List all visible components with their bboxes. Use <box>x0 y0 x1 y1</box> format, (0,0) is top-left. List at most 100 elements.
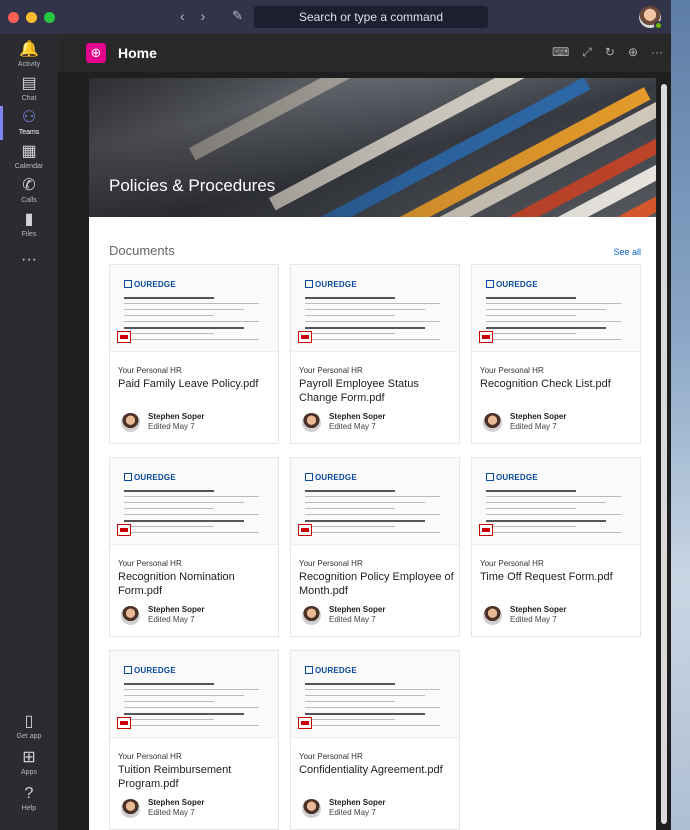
document-author: Stephen Soper <box>329 605 386 614</box>
pdf-file-icon <box>117 524 131 536</box>
document-author: Stephen Soper <box>329 412 386 421</box>
ouredge-logo: OUREDGE <box>124 472 176 482</box>
rail-item-label: Chat <box>21 95 37 102</box>
document-edited: Edited May 7 <box>510 422 557 431</box>
document-edited: Edited May 7 <box>148 615 195 624</box>
document-title[interactable]: Recognition Policy Employee of Month.pdf <box>299 570 459 598</box>
chat-icon[interactable]: ⌨ <box>552 45 569 60</box>
document-thumbnail: OUREDGE <box>472 265 640 352</box>
author-avatar <box>302 606 321 625</box>
document-author: Stephen Soper <box>148 798 205 807</box>
home-app-icon: ⊕ <box>86 43 106 63</box>
close-window-button[interactable] <box>8 11 19 23</box>
document-author: Stephen Soper <box>510 605 567 614</box>
search-input[interactable]: Search or type a command <box>254 6 488 28</box>
rail-item-label: Calendar <box>14 163 44 170</box>
main-content: Policies & Procedures Documents See all … <box>58 72 671 830</box>
document-author: Stephen Soper <box>148 605 205 614</box>
document-edited: Edited May 7 <box>148 808 195 817</box>
document-card[interactable]: OUREDGE Your Personal HR Paid Family Leave… <box>109 264 279 444</box>
zoom-window-button[interactable] <box>44 11 55 23</box>
document-edited: Edited May 7 <box>329 422 376 431</box>
document-card[interactable]: OUREDGE Your Personal HR Time Off Request … <box>471 457 641 637</box>
ouredge-logo: OUREDGE <box>305 279 357 289</box>
ouredge-logo: OUREDGE <box>124 665 176 675</box>
document-card[interactable]: OUREDGE Your Personal HR Confidentiality A… <box>290 650 460 830</box>
document-title[interactable]: Recognition Nomination Form.pdf <box>118 570 278 598</box>
see-all-link[interactable]: See all <box>613 247 641 257</box>
rail-item-label: Files <box>21 231 37 238</box>
document-title[interactable]: Recognition Check List.pdf <box>480 377 640 391</box>
compose-icon[interactable]: ✎ <box>232 8 243 24</box>
document-title[interactable]: Tuition Reimbursement Program.pdf <box>118 763 278 791</box>
ouredge-logo: OUREDGE <box>305 472 357 482</box>
bell-icon: 🔔 <box>19 41 39 58</box>
pdf-file-icon <box>117 331 131 343</box>
ouredge-logo: OUREDGE <box>486 279 538 289</box>
document-card[interactable]: OUREDGE Your Personal HR Payroll Employee … <box>290 264 460 444</box>
page-scrollbar[interactable] <box>661 84 667 824</box>
back-icon[interactable]: ‹ <box>180 8 185 24</box>
ouredge-logo: OUREDGE <box>305 665 357 675</box>
popout-icon[interactable]: ⤢ <box>582 45 592 60</box>
rail-item-more[interactable]: ··· <box>0 240 58 282</box>
document-title[interactable]: Confidentiality Agreement.pdf <box>299 763 459 777</box>
document-thumbnail: OUREDGE <box>110 265 278 352</box>
document-title[interactable]: Payroll Employee Status Change Form.pdf <box>299 377 459 405</box>
author-avatar <box>302 799 321 818</box>
document-site: Your Personal HR <box>299 366 363 375</box>
rail-item-label: Apps <box>21 769 37 776</box>
profile-avatar[interactable] <box>639 6 663 30</box>
document-thumbnail: OUREDGE <box>291 651 459 738</box>
forward-icon[interactable]: › <box>201 8 206 24</box>
apps-icon: ⊞ <box>22 749 36 766</box>
pdf-file-icon <box>298 524 312 536</box>
sharepoint-page: Policies & Procedures Documents See all … <box>89 78 656 830</box>
document-thumbnail: OUREDGE <box>110 458 278 545</box>
document-author: Stephen Soper <box>329 798 386 807</box>
rail-item-label: Activity <box>17 61 41 68</box>
rail-item-help[interactable]: ? Help <box>0 778 58 820</box>
document-edited: Edited May 7 <box>329 615 376 624</box>
document-author: Stephen Soper <box>510 412 567 421</box>
window-controls <box>8 11 55 23</box>
author-avatar <box>302 413 321 432</box>
file-icon: ▮ <box>24 211 34 228</box>
document-title[interactable]: Time Off Request Form.pdf <box>480 570 640 584</box>
pdf-file-icon <box>479 524 493 536</box>
author-avatar <box>483 606 502 625</box>
help-icon: ? <box>24 785 34 802</box>
document-site: Your Personal HR <box>299 559 363 568</box>
device-icon: ▯ <box>24 713 34 730</box>
more-icon: ··· <box>21 250 37 268</box>
document-site: Your Personal HR <box>118 559 182 568</box>
rail-item-label: Calls <box>21 197 37 204</box>
document-card[interactable]: OUREDGE Your Personal HR Recognition Polic… <box>290 457 460 637</box>
refresh-icon[interactable]: ↻ <box>605 45 615 60</box>
hero-title: Policies & Procedures <box>109 176 276 195</box>
document-site: Your Personal HR <box>299 752 363 761</box>
document-site: Your Personal HR <box>480 366 544 375</box>
ouredge-logo: OUREDGE <box>486 472 538 482</box>
search-placeholder: Search or type a command <box>298 10 444 24</box>
history-nav: ‹ › <box>180 8 205 24</box>
minimize-window-button[interactable] <box>26 11 37 23</box>
documents-heading: Documents <box>109 243 175 258</box>
document-thumbnail: OUREDGE <box>291 458 459 545</box>
rail-item-label: Teams <box>18 129 40 136</box>
presence-indicator <box>654 21 663 30</box>
document-edited: Edited May 7 <box>329 808 376 817</box>
author-avatar <box>483 413 502 432</box>
pdf-file-icon <box>479 331 493 343</box>
document-author: Stephen Soper <box>148 412 205 421</box>
phone-icon: ✆ <box>22 177 36 194</box>
document-card[interactable]: OUREDGE Your Personal HR Tuition Reimburse… <box>109 650 279 830</box>
pdf-file-icon <box>298 331 312 343</box>
rail-item-label: Help <box>21 805 37 812</box>
document-card[interactable]: OUREDGE Your Personal HR Recognition Check… <box>471 264 641 444</box>
document-card[interactable]: OUREDGE Your Personal HR Recognition Nomin… <box>109 457 279 637</box>
more-options-icon[interactable]: ··· <box>651 45 663 60</box>
document-site: Your Personal HR <box>480 559 544 568</box>
document-title[interactable]: Paid Family Leave Policy.pdf <box>118 377 278 391</box>
globe-icon[interactable]: ⊕ <box>628 45 638 60</box>
